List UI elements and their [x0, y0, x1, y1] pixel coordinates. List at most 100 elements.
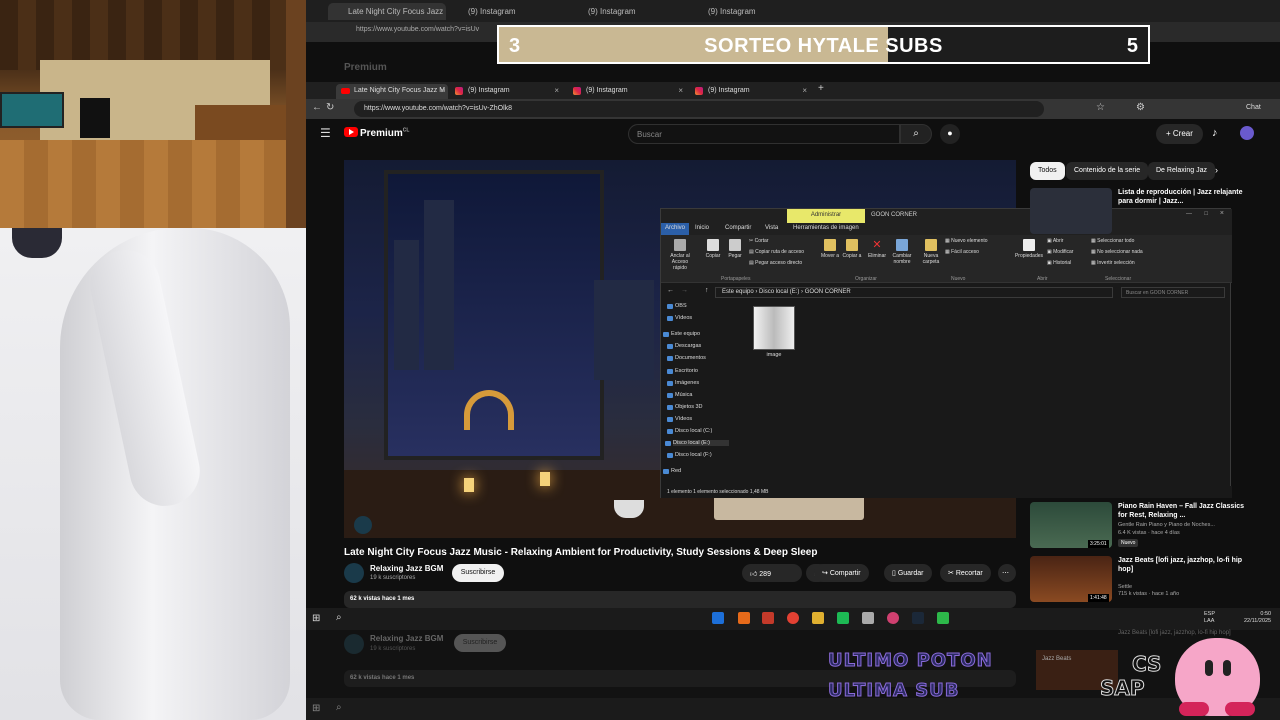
tree-item[interactable]: Escritorio [667, 368, 698, 374]
like-button[interactable]: 👍︎ 289 [742, 564, 802, 582]
tree-item[interactable]: Disco local (C:) [666, 428, 712, 434]
manage-tab[interactable]: Administrar [787, 209, 865, 223]
rename-button[interactable]: Cambiar nombre [889, 239, 915, 265]
back-icon[interactable]: ← [667, 287, 674, 294]
tree-item[interactable]: Vídeos [666, 416, 692, 422]
tree-item[interactable]: Este equipo [662, 331, 700, 337]
language-indicator[interactable]: ESP LAA [1204, 611, 1215, 625]
steam-icon[interactable] [912, 612, 924, 624]
menu-inicio[interactable]: Inicio [695, 225, 709, 231]
tree-item[interactable]: Red [662, 468, 681, 474]
firefox-icon[interactable] [738, 612, 750, 624]
chip-todos[interactable]: Todos [1030, 162, 1065, 180]
outer-tab[interactable]: (9) Instagram [568, 3, 686, 20]
outer-tab[interactable]: (9) Instagram [448, 3, 566, 20]
up-icon[interactable]: ↑ [705, 287, 709, 294]
pin-button[interactable]: Anclar al Acceso rápido [665, 239, 695, 271]
more-icon[interactable]: ⋯ [998, 564, 1016, 582]
clip-button[interactable]: ✂ Recortar [940, 564, 991, 582]
easy-access-button[interactable]: ▦ Fácil acceso [945, 249, 979, 255]
edge-icon[interactable] [712, 612, 724, 624]
clock[interactable]: 0:50 22/11/2025 [1244, 611, 1271, 625]
copy-button[interactable]: Copiar [703, 239, 723, 259]
tree-item[interactable]: Descargas [666, 343, 701, 349]
shield-icon[interactable] [862, 612, 874, 624]
create-button[interactable]: + Crear [1156, 124, 1203, 144]
microphone-icon[interactable]: ● [940, 124, 960, 144]
new-tab-button[interactable]: + [818, 83, 824, 94]
recommendation-item[interactable]: 1:41:48 Jazz Beats [lofi jazz, jazzhop, … [1030, 556, 1280, 602]
select-none-button[interactable]: ▦ No seleccionar nada [1091, 249, 1143, 255]
new-item-button[interactable]: ▦ Nuevo elemento [945, 238, 988, 244]
recommendation-item[interactable]: 3:25:01 Piano Rain Haven – Fall Jazz Cla… [1030, 502, 1280, 548]
share-button[interactable]: ↪ Compartir [814, 564, 869, 582]
select-all-button[interactable]: ▦ Seleccionar todo [1091, 238, 1134, 244]
tab-instagram[interactable]: (9) Instagram × [450, 84, 562, 99]
url-input[interactable]: https://www.youtube.com/watch?v=isUv-ZhO… [354, 101, 1044, 117]
path-segment[interactable]: Este equipo [722, 289, 754, 295]
chat-button[interactable]: Chat [1246, 104, 1261, 111]
chevron-right-icon[interactable]: › [1215, 165, 1218, 175]
play-icon[interactable] [937, 612, 949, 624]
move-to-button[interactable]: Mover a [819, 239, 841, 259]
outer-tab[interactable]: (9) Instagram [688, 3, 806, 20]
file-item[interactable]: image [751, 306, 797, 364]
delete-button[interactable]: ✕ Eliminar [865, 239, 889, 259]
close-icon[interactable]: × [554, 86, 559, 95]
explorer-path-input[interactable]: Este equipo › Disco local (E:) › GOON CO… [715, 287, 1113, 298]
properties-button[interactable]: Propiedades [1013, 239, 1045, 259]
bookmark-icon[interactable]: ☆ [1096, 102, 1105, 113]
menu-herramientas-imagen[interactable]: Herramientas de imagen [793, 225, 859, 231]
chip-channel[interactable]: De Relaxing Jaz [1148, 162, 1215, 180]
extensions-icon[interactable]: ⚙ [1136, 102, 1145, 113]
bell-icon[interactable]: ♪ [1212, 127, 1218, 139]
tree-item[interactable]: Vídeos [666, 315, 692, 321]
reload-icon[interactable]: ↻ [326, 102, 334, 113]
back-icon[interactable]: ← [312, 102, 322, 113]
copy-path-button[interactable]: ▤ Copiar ruta de acceso [749, 249, 804, 255]
app-green-icon[interactable] [837, 612, 849, 624]
youtube-logo[interactable]: PremiumCL [344, 127, 409, 139]
tree-item-selected[interactable]: Disco local (E:) [665, 440, 729, 446]
menu-icon[interactable]: ☰ [320, 126, 331, 140]
close-icon[interactable]: × [678, 86, 683, 95]
tree-item[interactable]: Disco local (F:) [667, 452, 712, 458]
cut-button[interactable]: ✂ Cortar [749, 238, 769, 244]
search-input[interactable]: Buscar [628, 124, 900, 144]
forward-icon[interactable]: → [681, 287, 688, 294]
file-explorer-icon[interactable] [812, 612, 824, 624]
subscribe-button[interactable]: Suscribirse [452, 564, 504, 582]
chrome-icon[interactable] [787, 612, 799, 624]
recommendation-item[interactable]: Lista de reproducción | Jazz relajante p… [1030, 188, 1280, 234]
obs-icon[interactable] [887, 612, 899, 624]
tree-item[interactable]: Música [666, 392, 692, 398]
explorer-search-input[interactable]: Buscar en GOON CORNER [1121, 287, 1225, 298]
windows-icon[interactable]: ⊞ [312, 613, 320, 624]
close-icon[interactable]: × [440, 86, 445, 95]
app-icon[interactable] [762, 612, 774, 624]
tree-item[interactable]: Objetos 3D [667, 404, 703, 410]
close-icon[interactable]: × [802, 86, 807, 95]
open-button[interactable]: ▣ Abrir [1047, 238, 1063, 244]
tree-item[interactable]: Imágenes [666, 380, 699, 386]
outer-tab[interactable]: Late Night City Focus Jazz M [328, 3, 446, 20]
search-icon[interactable]: ⌕ [336, 612, 342, 623]
avatar[interactable] [1240, 126, 1254, 140]
menu-compartir[interactable]: Compartir [725, 225, 751, 231]
tab-instagram[interactable]: (9) Instagram × [568, 84, 686, 99]
history-button[interactable]: ▣ Historial [1047, 260, 1071, 266]
save-button[interactable]: ▯ Guardar [884, 564, 932, 582]
description-box[interactable]: 62 k vistas hace 1 mes [344, 591, 1016, 608]
tree-item[interactable]: Documentos [667, 355, 706, 361]
new-folder-button[interactable]: Nueva carpeta [919, 239, 943, 265]
modify-button[interactable]: ▣ Modificar [1047, 249, 1073, 255]
chip-serie[interactable]: Contenido de la serie [1066, 162, 1149, 180]
channel-name[interactable]: Relaxing Jazz BGM [370, 564, 443, 573]
tab-youtube[interactable]: Late Night City Focus Jazz M × [336, 84, 448, 99]
channel-avatar[interactable] [344, 563, 364, 583]
path-segment[interactable]: Disco local (E:) [759, 289, 799, 295]
paste-shortcut-button[interactable]: ▤ Pegar acceso directo [749, 260, 802, 266]
search-icon[interactable]: ⌕ [900, 124, 932, 144]
copy-to-button[interactable]: Copiar a [841, 239, 863, 259]
tree-item[interactable]: OBS [667, 303, 687, 309]
